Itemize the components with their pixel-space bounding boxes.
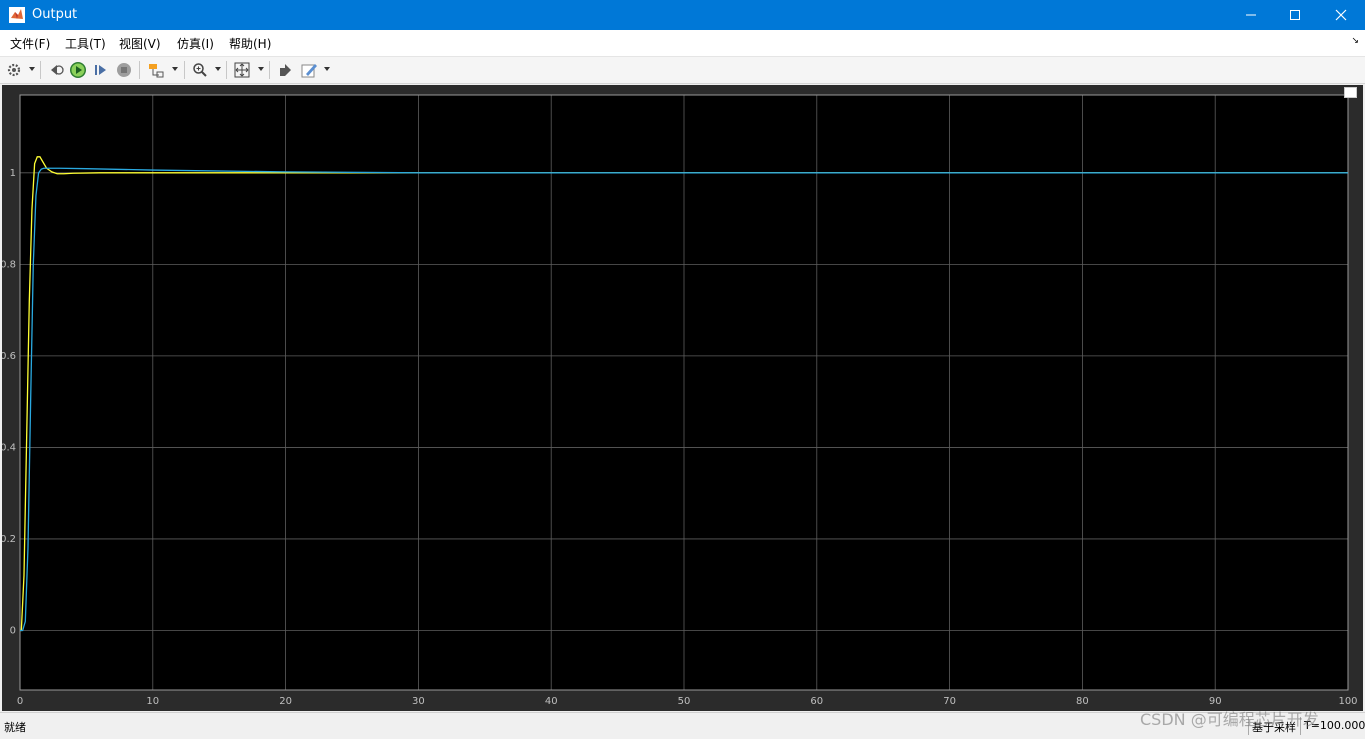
toolbar-separator	[139, 61, 140, 79]
signal-dropdown-icon[interactable]	[172, 67, 178, 71]
scope-display[interactable]: 0 10 20 30 40 50 60 70 80 90 100 0 0.2 0.4 0.6 0.8 1	[2, 85, 1363, 711]
menu-file[interactable]: 文件(F)	[10, 35, 50, 52]
close-button[interactable]	[1318, 0, 1364, 30]
matlab-logo-icon	[9, 7, 25, 23]
x-tick-label: 30	[412, 696, 425, 707]
y-tick-label: 0.2	[2, 534, 16, 545]
menu-help[interactable]: 帮助(H)	[229, 35, 271, 52]
y-tick-label: 0.6	[2, 351, 16, 362]
zoom-icon[interactable]	[190, 60, 210, 80]
fit-dropdown-icon[interactable]	[258, 67, 264, 71]
style-icon[interactable]	[299, 60, 319, 80]
menu-tools[interactable]: 工具(T)	[65, 35, 106, 52]
fit-axes-icon[interactable]	[232, 60, 252, 80]
x-tick-label: 100	[1338, 696, 1357, 707]
gear-icon[interactable]	[4, 60, 24, 80]
x-tick-label: 20	[279, 696, 292, 707]
minimize-button[interactable]	[1228, 0, 1274, 30]
toolbar-separator	[226, 61, 227, 79]
x-tick-label: 60	[810, 696, 823, 707]
collapse-menu-icon[interactable]: ↘	[1351, 36, 1359, 46]
title-bar: Output	[0, 0, 1365, 30]
y-tick-label: 1	[10, 168, 16, 179]
x-tick-label: 0	[17, 696, 23, 707]
menu-view[interactable]: 视图(V)	[119, 35, 161, 52]
maximize-button[interactable]	[1272, 0, 1318, 30]
step-forward-icon[interactable]	[91, 60, 111, 80]
toolbar-separator	[40, 61, 41, 79]
toolbar-separator	[269, 61, 270, 79]
minimize-icon	[1246, 14, 1256, 16]
highlight-simulink-icon[interactable]	[275, 60, 295, 80]
watermark: CSDN @可编程芯片开发	[1140, 710, 1319, 729]
undock-icon[interactable]	[1344, 87, 1357, 98]
status-ready: 就绪	[4, 721, 26, 734]
y-tick-label: 0.8	[2, 259, 16, 270]
menu-simulation[interactable]: 仿真(I)	[177, 35, 214, 52]
y-tick-label: 0.4	[2, 442, 16, 453]
x-tick-label: 70	[943, 696, 956, 707]
window-title: Output	[32, 7, 78, 22]
x-tick-label: 10	[146, 696, 159, 707]
signal-select-icon[interactable]	[146, 60, 166, 80]
maximize-icon	[1290, 10, 1300, 20]
x-tick-label: 40	[545, 696, 558, 707]
stop-icon[interactable]	[114, 60, 134, 80]
run-icon[interactable]	[68, 60, 88, 80]
step-back-icon[interactable]	[46, 60, 66, 80]
zoom-dropdown-icon[interactable]	[215, 67, 221, 71]
toolbar-separator	[184, 61, 185, 79]
style-dropdown-icon[interactable]	[324, 67, 330, 71]
x-tick-label: 50	[678, 696, 691, 707]
menu-bar: 文件(F) 工具(T) 视图(V) 仿真(I) 帮助(H) ↘	[0, 30, 1365, 57]
close-icon	[1335, 9, 1347, 21]
toolbar	[0, 57, 1365, 84]
settings-dropdown-icon[interactable]	[29, 67, 35, 71]
scope-plot[interactable]: 0 10 20 30 40 50 60 70 80 90 10000.20.40.60.81	[2, 85, 1363, 711]
y-tick-label: 0	[10, 626, 16, 637]
x-tick-label: 80	[1076, 696, 1089, 707]
